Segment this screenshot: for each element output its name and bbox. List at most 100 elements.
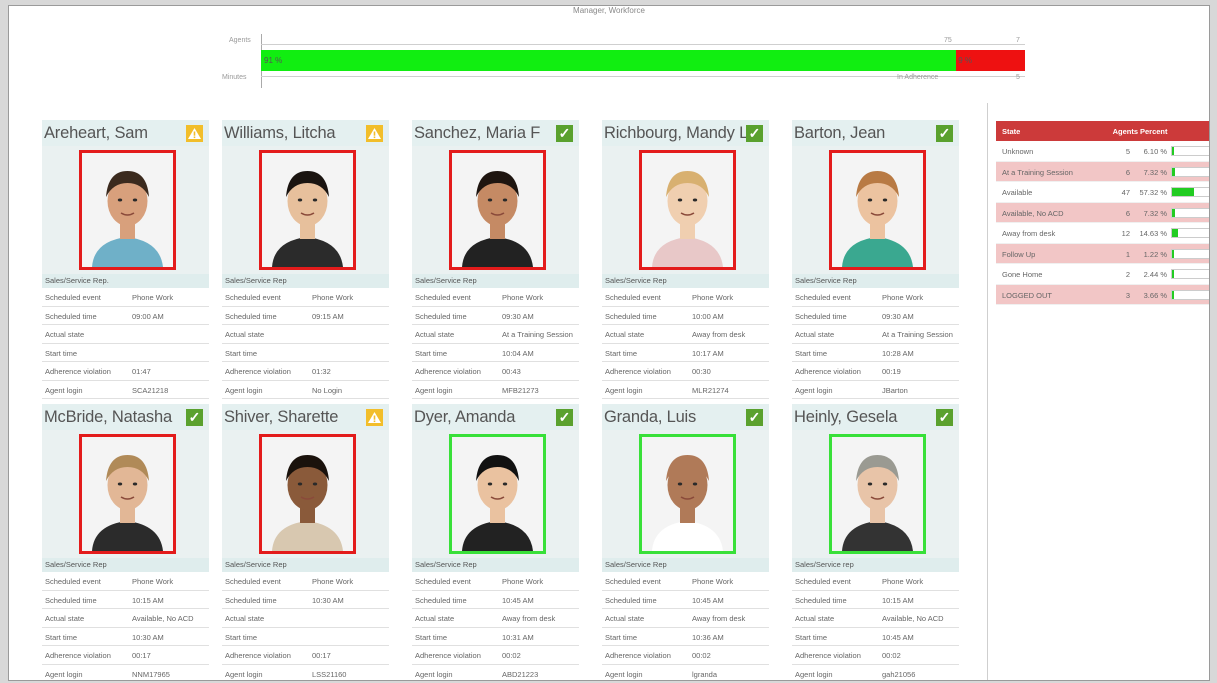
agent-name[interactable]: Areheart, Sam (44, 124, 148, 143)
detail-row-start-time: Start time (42, 343, 209, 362)
agent-card[interactable]: Williams, Litcha Sales/Service Rep Sched… (222, 120, 389, 399)
detail-row-scheduled-time: Scheduled time 10:15 AM (42, 590, 209, 609)
agent-photo[interactable] (79, 150, 176, 270)
detail-label: Scheduled event (45, 577, 101, 586)
adherence-in-percent: 91 % (264, 56, 283, 65)
agent-photo[interactable] (79, 434, 176, 554)
detail-row-agent-login: Agent login SCA21218 (42, 380, 209, 399)
state-name: Away from desk (1002, 229, 1056, 238)
agent-card-header: Richbourg, Mandy L ✓ (602, 120, 769, 146)
detail-row-actual-state: Actual state Away from desk (602, 609, 769, 628)
agent-card[interactable]: Shiver, Sharette Sales/Service Rep Sched… (222, 404, 389, 680)
agent-photo[interactable] (829, 150, 926, 270)
detail-label: Scheduled time (45, 311, 97, 321)
detail-label: Scheduled event (415, 293, 471, 302)
state-percent-bar (1171, 187, 1209, 197)
detail-row-adherence-violation: Adherence violation 00:02 (412, 646, 579, 665)
state-row[interactable]: At a Training Session 6 7.32 % (996, 161, 1209, 182)
detail-value: At a Training Session (882, 330, 953, 339)
detail-label: Agent login (225, 385, 263, 395)
agent-card[interactable]: Granda, Luis ✓ Sales/Service Rep Schedul… (602, 404, 769, 680)
state-row[interactable]: Available 47 57.32 % (996, 182, 1209, 203)
detail-label: Actual state (795, 614, 835, 623)
agent-name[interactable]: Barton, Jean (794, 124, 885, 143)
agent-card[interactable]: Barton, Jean ✓ Sales/Service Rep Schedul… (792, 120, 959, 399)
agent-photo[interactable] (449, 150, 546, 270)
state-row[interactable]: Available, No ACD 6 7.32 % (996, 202, 1209, 223)
detail-label: Agent login (605, 385, 643, 395)
agent-name[interactable]: Williams, Litcha (224, 124, 336, 143)
state-column-header[interactable]: State (1002, 127, 1020, 136)
agent-photo[interactable] (639, 150, 736, 270)
state-row[interactable]: Follow Up 1 1.22 % (996, 243, 1209, 264)
detail-value: 00:19 (882, 367, 901, 376)
state-row[interactable]: Gone Home 2 2.44 % (996, 264, 1209, 285)
detail-row-start-time: Start time 10:17 AM (602, 343, 769, 362)
state-percent: 7.32 % (1143, 167, 1167, 177)
agent-photo-area (792, 430, 959, 558)
detail-row-scheduled-event: Scheduled event Phone Work (412, 572, 579, 591)
agent-card[interactable]: Areheart, Sam Sales/Service Rep. Schedul… (42, 120, 209, 399)
agent-name[interactable]: Granda, Luis (604, 408, 696, 427)
agent-photo-area (602, 146, 769, 274)
detail-value: 00:30 (692, 367, 711, 376)
state-agent-count: 12 (1121, 229, 1130, 238)
detail-label: Actual state (795, 330, 835, 339)
detail-row-scheduled-time: Scheduled time 10:15 AM (792, 590, 959, 609)
detail-row-scheduled-event: Scheduled event Phone Work (602, 572, 769, 591)
detail-label: Scheduled time (795, 311, 847, 321)
detail-row-adherence-violation: Adherence violation 01:47 (42, 362, 209, 381)
agent-photo[interactable] (259, 150, 356, 270)
agent-role: Sales/Service Rep. (42, 274, 209, 288)
state-percent-bar (1171, 289, 1209, 300)
detail-value: 01:32 (312, 367, 331, 376)
minutes-axis-label: Minutes (222, 74, 247, 81)
detail-value: NNM17965 (132, 669, 170, 679)
agent-card[interactable]: Richbourg, Mandy L ✓ Sales/Service Rep S… (602, 120, 769, 399)
agent-card[interactable]: McBride, Natasha ✓ Sales/Service Rep Sch… (42, 404, 209, 680)
detail-row-agent-login: Agent login MLR21274 (602, 380, 769, 399)
detail-value: Phone Work (502, 577, 544, 586)
state-agent-count: 2 (1125, 270, 1130, 279)
agent-photo[interactable] (259, 434, 356, 554)
percent-column-header[interactable]: Percent (1140, 127, 1174, 136)
detail-row-scheduled-event: Scheduled event Phone Work (602, 288, 769, 307)
agent-name[interactable]: Dyer, Amanda (414, 408, 515, 427)
agent-name[interactable]: Sanchez, Maria F (414, 124, 540, 143)
warning-icon (186, 125, 203, 142)
state-row[interactable]: LOGGED OUT 3 3.66 % (996, 284, 1209, 305)
agent-card-header: Shiver, Sharette (222, 404, 389, 430)
detail-value: MLR21274 (692, 385, 729, 395)
state-agent-count: 5 (1125, 147, 1130, 156)
agent-name[interactable]: Heinly, Gesela (794, 408, 897, 427)
state-percent: 57.32 % (1139, 188, 1167, 197)
agent-name[interactable]: McBride, Natasha (44, 408, 172, 427)
detail-label: Scheduled time (415, 311, 467, 321)
detail-value: Phone Work (692, 577, 734, 586)
agent-card[interactable]: Heinly, Gesela ✓ Sales/Service rep Sched… (792, 404, 959, 680)
agents-column-header[interactable]: Agents (1104, 127, 1138, 136)
agent-photo-area (222, 146, 389, 274)
state-row[interactable]: Unknown 5 6.10 % (996, 141, 1209, 162)
detail-label: Actual state (415, 330, 455, 339)
detail-label: Scheduled event (795, 293, 851, 302)
detail-label: Start time (605, 632, 638, 642)
detail-row-actual-state: Actual state At a Training Session (792, 325, 959, 344)
agents-axis-label: Agents (229, 37, 251, 44)
agent-name[interactable]: Shiver, Sharette (224, 408, 338, 427)
agent-card[interactable]: Dyer, Amanda ✓ Sales/Service Rep Schedul… (412, 404, 579, 680)
detail-row-scheduled-time: Scheduled time 09:30 AM (792, 306, 959, 325)
detail-label: Agent login (605, 669, 643, 679)
agent-photo[interactable] (449, 434, 546, 554)
agent-photo[interactable] (639, 434, 736, 554)
agent-name[interactable]: Richbourg, Mandy L (604, 124, 748, 143)
state-name: Gone Home (1002, 270, 1043, 279)
detail-label: Scheduled event (415, 577, 471, 586)
detail-label: Scheduled time (605, 595, 657, 605)
agent-card-header: McBride, Natasha ✓ (42, 404, 209, 430)
state-percent-fill (1172, 229, 1178, 237)
agent-photo[interactable] (829, 434, 926, 554)
state-row[interactable]: Away from desk 12 14.63 % (996, 223, 1209, 244)
agent-card[interactable]: Sanchez, Maria F ✓ Sales/Service Rep Sch… (412, 120, 579, 399)
detail-label: Actual state (415, 614, 455, 623)
